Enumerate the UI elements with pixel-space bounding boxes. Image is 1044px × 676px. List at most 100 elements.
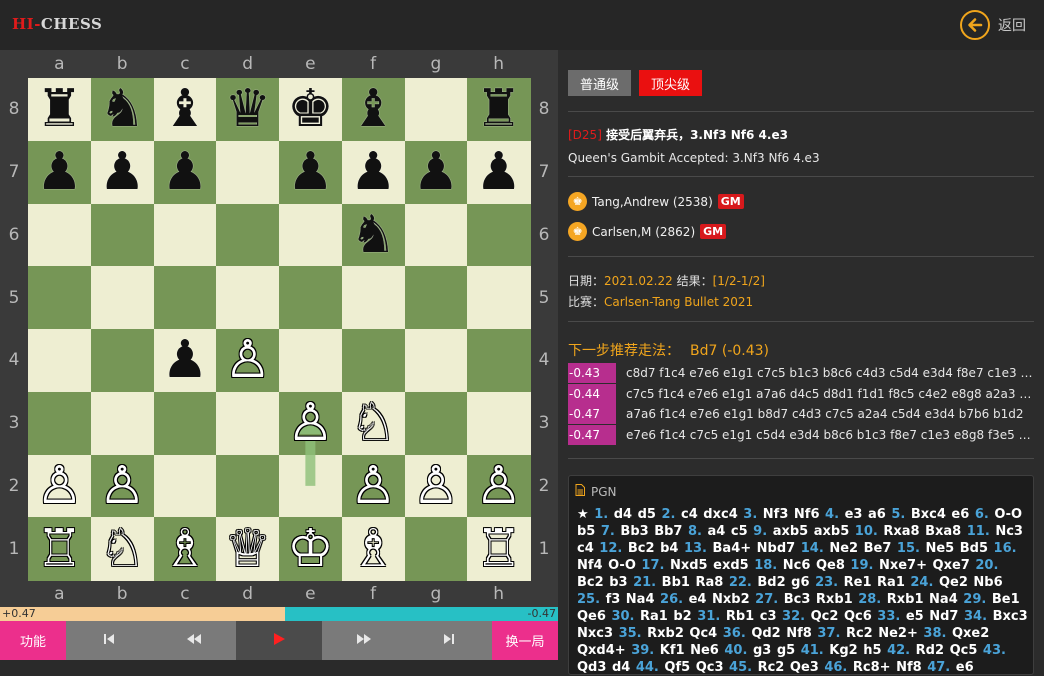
pgn-move[interactable]: h5 (863, 643, 881, 658)
engine-line[interactable]: -0.47 a7a6 f1c4 e7e6 e1g1 b8d7 c4d3 c7c5 … (568, 404, 1036, 425)
pgn-move[interactable]: Ne2+ (878, 626, 918, 641)
pgn-move[interactable]: Na4 (626, 592, 655, 607)
pgn-move[interactable]: Rc2 (758, 660, 785, 675)
tab-top-level[interactable]: 顶尖级 (639, 70, 703, 96)
white-rook-h1[interactable]: ♖ (467, 517, 530, 580)
black-rook-h8[interactable]: ♜ (467, 78, 530, 141)
engine-line[interactable]: -0.44 c7c5 f1c4 e7e6 e1g1 a7a6 d4c5 d8d1 … (568, 383, 1036, 405)
black-pawn-a7[interactable]: ♟ (28, 141, 91, 204)
pgn-move[interactable]: Ra1 (877, 575, 905, 590)
white-pawn-b2[interactable]: ♙ (91, 455, 154, 518)
play-button[interactable] (236, 621, 322, 660)
pgn-move[interactable]: exd5 (713, 558, 749, 573)
pgn-move[interactable]: g3 (753, 643, 771, 658)
function-button[interactable]: 功能 (0, 621, 66, 660)
pgn-move[interactable]: Ra1 (640, 609, 668, 624)
pgn-move[interactable]: d4 (612, 660, 630, 675)
white-rook-a1[interactable]: ♖ (28, 517, 91, 580)
pgn-move[interactable]: d5 (638, 507, 656, 522)
pgn-move[interactable]: Bxa8 (925, 524, 961, 539)
white-pawn-e3[interactable]: ♙ (279, 392, 342, 455)
black-pawn-c7[interactable]: ♟ (154, 141, 217, 204)
pgn-move[interactable]: Nf4 (577, 558, 603, 573)
black-king-e8[interactable]: ♚ (279, 78, 342, 141)
pgn-move[interactable]: Bd5 (960, 541, 988, 556)
pgn-move[interactable]: Bd2 (757, 575, 785, 590)
pgn-move[interactable]: g6 (791, 575, 809, 590)
black-knight-f6[interactable]: ♞ (342, 204, 405, 267)
pgn-move[interactable]: O-O (608, 558, 636, 573)
pgn-move[interactable]: Rc8+ (853, 660, 891, 675)
pgn-move[interactable]: b3 (609, 575, 627, 590)
pgn-move[interactable]: Nc6 (783, 558, 811, 573)
pgn-move[interactable]: c4 (577, 541, 594, 556)
next-move-button[interactable] (321, 621, 407, 660)
pgn-move[interactable]: Bc3 (784, 592, 811, 607)
pgn-move[interactable]: Qe3 (790, 660, 819, 675)
pgn-move[interactable]: axb5 (814, 524, 850, 539)
pgn-move[interactable]: c3 (760, 609, 777, 624)
pgn-move[interactable]: Nxb2 (712, 592, 750, 607)
pgn-move[interactable]: Bxc3 (993, 609, 1028, 624)
pgn-move[interactable]: b2 (673, 609, 691, 624)
pgn-move[interactable]: b5 (577, 524, 595, 539)
pgn-move[interactable]: a6 (868, 507, 886, 522)
pgn-move[interactable]: Qxe7 (933, 558, 970, 573)
pgn-move[interactable]: axb5 (773, 524, 809, 539)
black-pawn-g7[interactable]: ♟ (405, 141, 468, 204)
white-pawn-a2[interactable]: ♙ (28, 455, 91, 518)
white-pawn-g2[interactable]: ♙ (405, 455, 468, 518)
pgn-move[interactable]: Na4 (929, 592, 958, 607)
pgn-move[interactable]: Qxe2 (952, 626, 989, 641)
white-queen-d1[interactable]: ♕ (216, 517, 279, 580)
pgn-move[interactable]: dxc4 (703, 507, 737, 522)
pgn-move[interactable]: a4 (708, 524, 726, 539)
pgn-move[interactable]: Ba4+ (713, 541, 752, 556)
black-queen-d8[interactable]: ♛ (216, 78, 279, 141)
pgn-move[interactable]: Qd3 (577, 660, 606, 675)
pgn-move[interactable]: Rc2 (846, 626, 873, 641)
pgn-move[interactable]: Nf3 (763, 507, 789, 522)
pgn-move[interactable]: g5 (777, 643, 795, 658)
pgn-move[interactable]: f3 (606, 592, 621, 607)
pgn-move[interactable]: Rxb2 (647, 626, 684, 641)
engine-line[interactable]: -0.47 e7e6 f1c4 c7c5 e1g1 c5d4 e3d4 b8c6 … (568, 424, 1036, 446)
pgn-move[interactable]: Ne5 (925, 541, 954, 556)
pgn-move[interactable]: Nc3 (995, 524, 1023, 539)
pgn-move[interactable]: Nf6 (794, 507, 820, 522)
pgn-move[interactable]: Nb6 (973, 575, 1002, 590)
pgn-move[interactable]: Ne2 (829, 541, 858, 556)
white-bishop-c1[interactable]: ♗ (154, 517, 217, 580)
white-pawn-d4[interactable]: ♙ (216, 329, 279, 392)
pgn-move[interactable]: Rd2 (916, 643, 944, 658)
pgn-move[interactable]: Qd2 (751, 626, 780, 641)
pgn-move[interactable]: Qc5 (950, 643, 978, 658)
black-bishop-c8[interactable]: ♝ (154, 78, 217, 141)
pgn-move[interactable]: Qc2 (811, 609, 839, 624)
pgn-move[interactable]: Nxe7+ (879, 558, 927, 573)
white-pawn-f2[interactable]: ♙ (342, 455, 405, 518)
white-king-e1[interactable]: ♔ (279, 517, 342, 580)
pgn-move[interactable]: O-O (994, 507, 1022, 522)
pgn-move[interactable]: Bb7 (654, 524, 682, 539)
white-knight-b1[interactable]: ♘ (91, 517, 154, 580)
black-rook-a8[interactable]: ♜ (28, 78, 91, 141)
white-pawn-h2[interactable]: ♙ (467, 455, 530, 518)
pgn-move[interactable]: Qe6 (577, 609, 606, 624)
black-pawn-e7[interactable]: ♟ (279, 141, 342, 204)
chess-board[interactable]: ♜ ♞ ♝ ♛ ♚ ♝ ♜ ♟ ♟ ♟ ♟ ♟ ♟ ♟ ♞ ♟ ♙ ♙ ♘ ♙ ♙ ♙ ♙ ♙ ♖ ♘ ♗ ♕ ♔ ♗ ♖ (28, 78, 531, 581)
pgn-move[interactable]: Ra8 (695, 575, 723, 590)
tab-normal-level[interactable]: 普通级 (568, 70, 632, 96)
pgn-move[interactable]: e6 (956, 660, 974, 675)
pgn-move[interactable]: Be7 (864, 541, 892, 556)
pgn-move[interactable]: Bc2 (628, 541, 655, 556)
pgn-move[interactable]: Be1 (992, 592, 1020, 607)
last-move-button[interactable] (406, 621, 493, 660)
pgn-move[interactable]: Bc2 (577, 575, 604, 590)
pgn-move[interactable]: Nxc3 (577, 626, 613, 641)
previous-move-button[interactable] (151, 621, 237, 660)
pgn-move[interactable]: Bb3 (620, 524, 648, 539)
next-game-button[interactable]: 换一局 (492, 621, 559, 660)
pgn-move[interactable]: Qf5 (664, 660, 690, 675)
pgn-move[interactable]: Kf1 (660, 643, 685, 658)
